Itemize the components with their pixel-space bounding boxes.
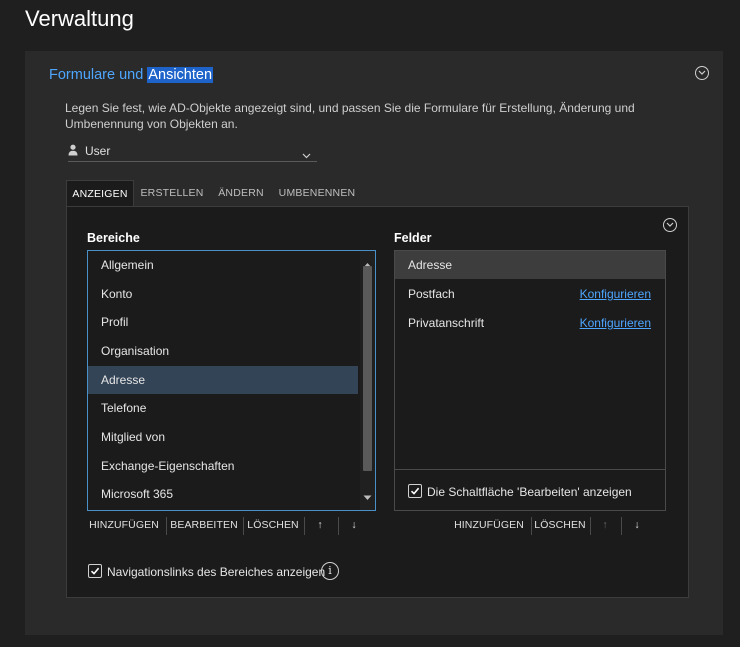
chevron-down-icon <box>302 146 311 164</box>
section-title-highlight: Ansichten <box>147 67 214 83</box>
felder-add-button[interactable]: HINZUFÜGEN <box>451 510 527 540</box>
section-description: Legen Sie fest, wie AD-Objekte angezeigt… <box>65 101 635 131</box>
divider <box>338 517 339 535</box>
list-item[interactable]: Organisation <box>88 337 358 365</box>
divider <box>166 517 167 535</box>
bereiche-move-down-button[interactable]: ↓ <box>342 510 366 540</box>
divider <box>531 517 532 535</box>
felder-move-up-button[interactable]: ↑ <box>593 510 617 540</box>
felder-item-label: Adresse <box>408 258 453 272</box>
bereiche-label: Bereiche <box>87 231 140 245</box>
scrollbar-thumb[interactable] <box>363 266 372 471</box>
nav-links-checkbox[interactable] <box>88 564 102 578</box>
bereiche-list[interactable]: Allgemein Konto Profil Organisation Adre… <box>87 250 376 511</box>
list-item[interactable]: Allgemein <box>88 251 358 279</box>
tab-erstellen[interactable]: ERSTELLEN <box>138 180 206 206</box>
check-icon <box>90 567 100 575</box>
list-item-selected[interactable]: Adresse <box>88 366 358 394</box>
forms-views-panel: Formulare und Ansichten Legen Sie fest, … <box>25 51 723 635</box>
bereiche-edit-button[interactable]: BEARBEITEN <box>169 510 239 540</box>
configure-link[interactable]: Konfigurieren <box>580 280 651 308</box>
list-item-selected[interactable]: Adresse <box>395 251 665 279</box>
info-icon[interactable]: i <box>321 562 339 580</box>
nav-links-label: Navigationslinks des Bereiches anzeigen <box>107 565 326 579</box>
show-edit-button-label: Die Schaltfläche 'Bearbeiten' anzeigen <box>427 485 632 499</box>
felder-toolbar: HINZUFÜGEN LÖSCHEN ↑ ↓ <box>451 510 667 540</box>
show-edit-button-row: Die Schaltfläche 'Bearbeiten' anzeigen <box>395 469 665 510</box>
configure-link[interactable]: Konfigurieren <box>580 309 651 337</box>
collapse-tab-icon[interactable] <box>663 218 677 232</box>
bereiche-move-up-button[interactable]: ↑ <box>308 510 332 540</box>
felder-label: Felder <box>394 231 432 245</box>
scroll-down-icon[interactable] <box>363 488 372 506</box>
list-item[interactable]: Privatanschrift Konfigurieren <box>395 309 665 337</box>
show-edit-button-checkbox[interactable] <box>408 484 422 498</box>
section-title-prefix: Formulare und <box>49 67 148 83</box>
felder-move-down-button[interactable]: ↓ <box>625 510 649 540</box>
page-title: Verwaltung <box>25 6 134 31</box>
list-item[interactable]: Mitglied von <box>88 423 358 451</box>
divider <box>243 517 244 535</box>
list-item[interactable]: Microsoft 365 <box>88 480 358 508</box>
tab-aendern[interactable]: ÄNDERN <box>212 180 270 206</box>
user-icon <box>68 143 78 161</box>
felder-item-label: Postfach <box>408 287 455 301</box>
section-title: Formulare und Ansichten <box>49 67 214 83</box>
bereiche-scrollbar[interactable] <box>360 251 375 510</box>
felder-list[interactable]: Adresse Postfach Konfigurieren Privatansc… <box>394 250 666 511</box>
tab-umbenennen[interactable]: UMBENENNEN <box>276 180 358 206</box>
bereiche-toolbar: HINZUFÜGEN BEARBEITEN LÖSCHEN ↑ ↓ <box>87 510 377 540</box>
felder-item-label: Privatanschrift <box>408 316 485 330</box>
check-icon <box>410 487 420 495</box>
list-item[interactable]: Exchange-Eigenschaften <box>88 452 358 480</box>
bereiche-add-button[interactable]: HINZUFÜGEN <box>87 510 161 540</box>
tab-content-anzeigen: Bereiche Felder Allgemein Konto Profil O… <box>66 206 689 598</box>
list-item[interactable]: Telefone <box>88 394 358 422</box>
object-type-select[interactable]: User <box>68 141 317 162</box>
felder-delete-button[interactable]: LÖSCHEN <box>534 510 586 540</box>
list-item[interactable]: Postfach Konfigurieren <box>395 280 665 308</box>
divider <box>590 517 591 535</box>
tab-anzeigen[interactable]: ANZEIGEN <box>66 180 134 207</box>
list-item[interactable]: Profil <box>88 308 358 336</box>
divider <box>621 517 622 535</box>
divider <box>304 517 305 535</box>
bereiche-delete-button[interactable]: LÖSCHEN <box>247 510 299 540</box>
list-item[interactable]: Konto <box>88 280 358 308</box>
object-type-value: User <box>85 144 111 158</box>
collapse-section-icon[interactable] <box>695 66 709 80</box>
